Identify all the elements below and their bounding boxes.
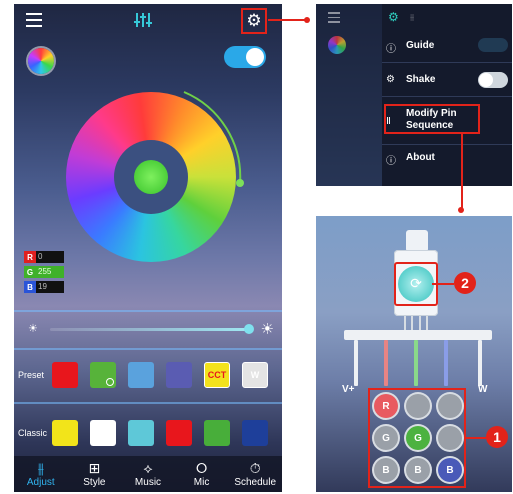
callout-line [432,283,454,285]
tab-music[interactable]: ⟡ Music [121,456,175,492]
color-wheel-center [114,140,188,214]
shake-icon: ⚙ [386,74,395,85]
grid-icon: ⊞ [88,460,101,477]
callout-line [466,437,486,439]
callout-badge-1: 1 [486,426,508,448]
main-phone-screen: ⚙ R 0 G 255 B 19 ☀ ☀ Preset Classic ⫵ Ad… [14,4,282,492]
callout-line [461,134,463,208]
divider [382,144,512,145]
tab-label: Mic [193,476,210,488]
brightness-slider[interactable]: ☀ ☀ [28,320,274,338]
equalizer-icon: ⫵ [410,12,415,22]
classic-swatch[interactable] [128,420,154,446]
rgb-value-g[interactable]: 255 [36,266,64,278]
wire-label-vplus: V+ [342,384,355,395]
tab-style[interactable]: ⊞ Style [68,456,122,492]
gear-icon: ⚙ [388,10,399,24]
preset-swatch[interactable] [52,362,78,388]
music-icon: ⟡ [143,460,153,477]
brightness-track[interactable] [50,328,250,331]
rgb-tag-g: G [24,266,36,278]
power-toggle[interactable] [224,46,266,68]
brightness-high-icon: ☀ [260,320,274,338]
top-bar: ⚙ [14,4,282,40]
tab-label: Schedule [234,476,277,488]
color-mode-icon[interactable] [28,48,54,74]
rgb-row-r: R 0 [24,250,64,264]
divider [14,402,282,404]
classic-swatch[interactable] [52,420,78,446]
color-mode-icon [328,36,346,54]
bottom-tab-bar: ⫵ Adjust ⊞ Style ⟡ Music ⭘ Mic ⏱ Schedul… [14,456,282,492]
selected-marker [106,378,114,386]
background-screen [316,4,382,186]
wire-red [384,340,388,386]
divider [14,348,282,350]
gear-icon[interactable]: ⚙ [246,12,261,30]
rgb-value-r[interactable]: 0 [36,251,64,263]
divider [14,310,282,312]
classic-label: Classic [18,428,48,438]
info-icon: ⓘ [386,156,396,167]
divider [382,96,512,97]
tab-label: Style [83,476,106,488]
wire-vplus [354,340,358,386]
menu-item-label: About [406,152,435,163]
classic-swatch[interactable] [90,420,116,446]
rgb-tag-r: R [24,251,36,263]
tab-label: Adjust [26,476,55,488]
equalizer-icon: ⫵ [37,460,45,477]
divider [382,62,512,63]
menu-icon[interactable] [26,13,42,27]
settings-menu-panel: ⚙ ⫵ ⓘ Guide ⚙ Shake Ⅱ Modify Pin Sequenc… [316,4,512,186]
tab-label: Music [134,476,162,488]
callout-dot [304,16,310,23]
settings-gear-highlight[interactable]: ⚙ [241,8,267,34]
rgb-row-b: B 19 [24,280,64,294]
brightness-knob[interactable] [244,324,254,334]
modify-pin-highlight [384,104,480,134]
wire-white [478,340,482,386]
preset-swatch[interactable] [128,362,154,388]
rgb-row-g: G 255 [24,265,64,279]
rgb-value-b[interactable]: 19 [36,281,64,293]
tab-adjust[interactable]: ⫵ Adjust [14,456,68,492]
callout-badge-2: 2 [454,272,476,294]
equalizer-icon[interactable] [134,12,152,28]
help-icon: ⓘ [386,44,396,55]
wire-green [414,340,418,386]
classic-swatch[interactable] [242,420,268,446]
tab-mic[interactable]: ⭘ Mic [175,456,229,492]
pin-grid-highlight [368,388,466,488]
preset-swatch[interactable] [90,362,116,388]
menu-item-label: Guide [406,40,435,51]
connector-top [406,230,428,252]
wire-bar [344,330,492,340]
callout-line [268,19,308,21]
menu-icon [328,12,340,26]
classic-swatch[interactable] [166,420,192,446]
settings-drawer: ⚙ ⫵ ⓘ Guide ⚙ Shake Ⅱ Modify Pin Sequenc… [382,4,512,186]
preset-swatch[interactable]: CCT [204,362,230,388]
brightness-low-icon: ☀ [28,322,38,335]
callout-dot [458,207,464,213]
selected-color-preview[interactable] [134,160,168,194]
timer-icon: ⏱ [249,460,261,477]
preset-swatch[interactable]: W [242,362,268,388]
menu-item-label: Shake [406,74,436,85]
classic-swatch[interactable] [204,420,230,446]
wire-label-w: W [478,384,488,395]
microphone-icon: ⭘ [195,460,208,477]
shake-toggle[interactable] [478,72,508,88]
rgb-values: R 0 G 255 B 19 [24,250,64,295]
color-wheel[interactable] [66,92,236,262]
tab-schedule[interactable]: ⏱ Schedule [228,456,282,492]
connector-pins [404,316,428,330]
preset-swatch[interactable] [166,362,192,388]
preset-label: Preset [18,370,45,380]
wire-blue [444,340,448,386]
background-toggle [478,38,508,52]
rgb-tag-b: B [24,281,36,293]
